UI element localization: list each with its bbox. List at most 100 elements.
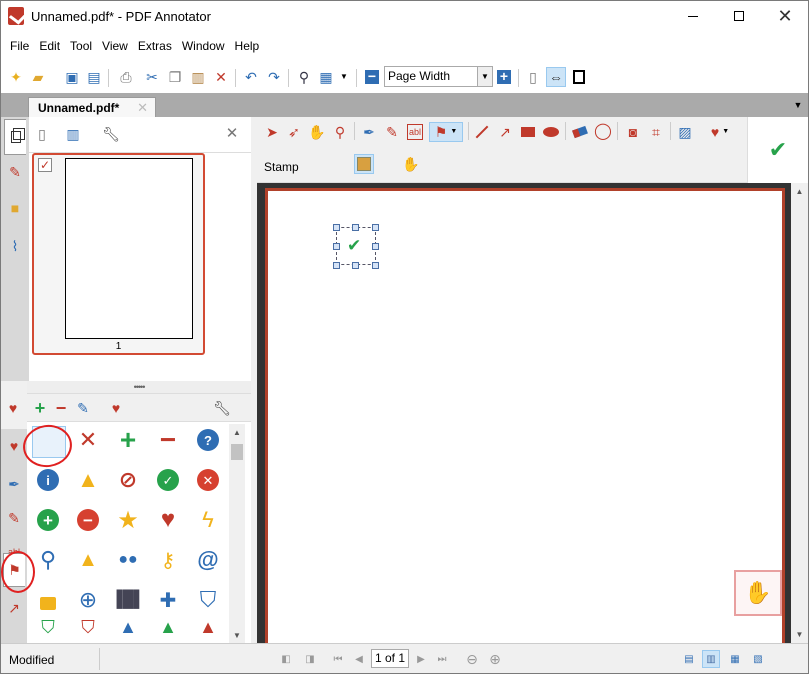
tool-tab-favorites[interactable]: ♥	[3, 431, 25, 461]
cut-button[interactable]: ✂	[142, 67, 162, 87]
resize-handle-tl[interactable]	[333, 224, 340, 231]
previous-page-button[interactable]: ◀	[350, 650, 368, 668]
favorites-scroll-thumb[interactable]	[231, 444, 243, 460]
highlighter-tool-button[interactable]: ✎	[382, 122, 402, 142]
stamp-x[interactable]: ✕	[72, 424, 104, 456]
continuous-view-button[interactable]: ▥	[702, 650, 720, 668]
edit-favorite-button[interactable]: ✎	[73, 398, 93, 418]
thumbnail-view-button[interactable]: ▥	[63, 124, 83, 144]
stamp-tool-button[interactable]: ⚑ ▼	[429, 122, 463, 142]
stamp-row6-3[interactable]: ▲	[112, 620, 144, 634]
stamp-cancel-circle[interactable]: ✕	[192, 464, 224, 496]
tab-list-dropdown[interactable]: ▼	[790, 97, 806, 113]
stamp-globe[interactable]: ⊕	[72, 584, 104, 616]
stamp-lightning[interactable]: ϟ	[192, 504, 224, 536]
insert-page-button[interactable]: ▯	[32, 124, 52, 144]
ellipse-tool-button[interactable]	[541, 122, 561, 142]
scroll-down-arrow[interactable]: ▼	[791, 626, 808, 643]
fullscreen-button[interactable]	[569, 67, 589, 87]
favorites-tool-button[interactable]: ♥ ▼	[705, 122, 735, 142]
favorites-scrollbar[interactable]: ▲ ▼	[229, 424, 245, 644]
maximize-button[interactable]	[716, 1, 762, 31]
select-tool-button[interactable]: ➤	[262, 122, 282, 142]
minimize-button[interactable]	[670, 1, 716, 31]
single-page-button[interactable]: ▯	[523, 67, 543, 87]
resize-handle-br[interactable]	[372, 262, 379, 269]
pan-hand-button[interactable]: ✋	[734, 570, 782, 616]
single-page-view-button[interactable]: ▤	[680, 650, 698, 668]
stamp-puzzle[interactable]: ✚	[152, 584, 184, 616]
new-document-button[interactable]: ✦	[6, 67, 26, 87]
bookmarks-dropdown[interactable]: ▼	[338, 67, 350, 87]
text-select-tool-button[interactable]: ➶	[284, 122, 304, 142]
stamp-row6-5[interactable]: ▲	[192, 620, 224, 634]
undo-button[interactable]: ↶	[241, 67, 261, 87]
crop-tool-button[interactable]: ⌗	[646, 122, 666, 142]
text-tool-button[interactable]: abl	[405, 122, 425, 142]
resize-handle-tr[interactable]	[372, 224, 379, 231]
select-all-checkbox[interactable]	[9, 124, 29, 144]
stamp-at[interactable]: @	[192, 544, 224, 576]
stamp-plus[interactable]: +	[112, 424, 144, 456]
menu-edit[interactable]: Edit	[34, 36, 65, 56]
find-button[interactable]: ⚲	[294, 67, 314, 87]
page-number-field[interactable]: 1 of 1	[371, 649, 409, 668]
back-button[interactable]: ⊖	[463, 650, 481, 668]
stamp-forbidden[interactable]: ⊘	[112, 464, 144, 496]
thumbnail-tools-button[interactable]: 🔧︎	[101, 124, 121, 144]
tool-tab-arrow[interactable]: ↗	[3, 593, 25, 623]
bookmarks-button[interactable]: ▦	[316, 67, 336, 87]
placed-check-stamp[interactable]: ✔	[347, 237, 361, 254]
favorites-menu-button[interactable]: ♥	[106, 398, 126, 418]
resize-handle-r[interactable]	[372, 243, 379, 250]
facing-view-button[interactable]: ▦	[726, 650, 744, 668]
fit-width-button[interactable]: ⇔	[546, 67, 566, 87]
menu-file[interactable]: File	[5, 36, 34, 56]
next-view-button[interactable]: ◨	[301, 650, 319, 668]
menu-window[interactable]: Window	[177, 36, 230, 56]
add-favorite-button[interactable]: +	[30, 398, 50, 418]
stamp-heart[interactable]: ♥	[152, 504, 184, 536]
zoom-out-button[interactable]: −	[362, 67, 382, 87]
menu-extras[interactable]: Extras	[133, 36, 177, 56]
next-page-button[interactable]: ▶	[412, 650, 430, 668]
scroll-up-arrow[interactable]: ▲	[229, 424, 245, 441]
zoom-tool-button[interactable]: ⚲	[330, 122, 350, 142]
stamp-binoculars[interactable]: ▐█▌	[111, 584, 145, 616]
stamp-help[interactable]: ?	[192, 424, 224, 456]
continuous-facing-view-button[interactable]: ▧	[749, 650, 767, 668]
favorites-tools-button[interactable]: 🔧︎	[212, 398, 232, 418]
copy-button[interactable]: ❐	[165, 67, 185, 87]
line-tool-button[interactable]	[472, 122, 492, 142]
scroll-down-arrow[interactable]: ▼	[229, 627, 245, 644]
menu-help[interactable]: Help	[230, 36, 265, 56]
resize-handle-bl[interactable]	[333, 262, 340, 269]
stamp-row6-2[interactable]: ⛉	[72, 620, 104, 634]
lasso-tool-button[interactable]: ◯	[593, 122, 613, 142]
last-page-button[interactable]: ⏭	[433, 650, 451, 668]
stamp-star[interactable]: ★	[112, 504, 144, 536]
save-as-button[interactable]: ▤	[84, 67, 104, 87]
stamp-plus-circle[interactable]: +	[32, 504, 64, 536]
page-thumbnail[interactable]: ✓ 1	[32, 153, 205, 355]
side-tab-annotations[interactable]: ✎	[4, 157, 26, 187]
panel-splitter[interactable]: •••••	[27, 381, 251, 393]
thumbnail-page[interactable]	[65, 158, 193, 339]
close-tab-icon[interactable]: ✕	[137, 100, 148, 116]
insert-image-button[interactable]: ▨	[675, 122, 695, 142]
stamp-info[interactable]: i	[32, 464, 64, 496]
stamp-minus-circle[interactable]: −	[72, 504, 104, 536]
menu-tool[interactable]: Tool	[65, 36, 97, 56]
resize-handle-b[interactable]	[352, 262, 359, 269]
stamp-bell[interactable]: ▲	[72, 544, 104, 576]
paste-button[interactable]: ▥	[188, 67, 208, 87]
stamp-ok-circle[interactable]: ✓	[152, 464, 184, 496]
stamp-option-button[interactable]	[354, 154, 374, 174]
print-button[interactable]: ⎙	[116, 67, 136, 87]
stamp-settings-button[interactable]: ✋	[401, 154, 421, 174]
forward-button[interactable]: ⊕	[486, 650, 504, 668]
side-tab-bookmarks[interactable]: ■	[4, 193, 26, 223]
document-tab[interactable]: Unnamed.pdf* ✕	[28, 97, 156, 119]
tool-tab-highlighter[interactable]: ✎	[3, 503, 25, 533]
stamp-key[interactable]: ⚷	[152, 544, 184, 576]
